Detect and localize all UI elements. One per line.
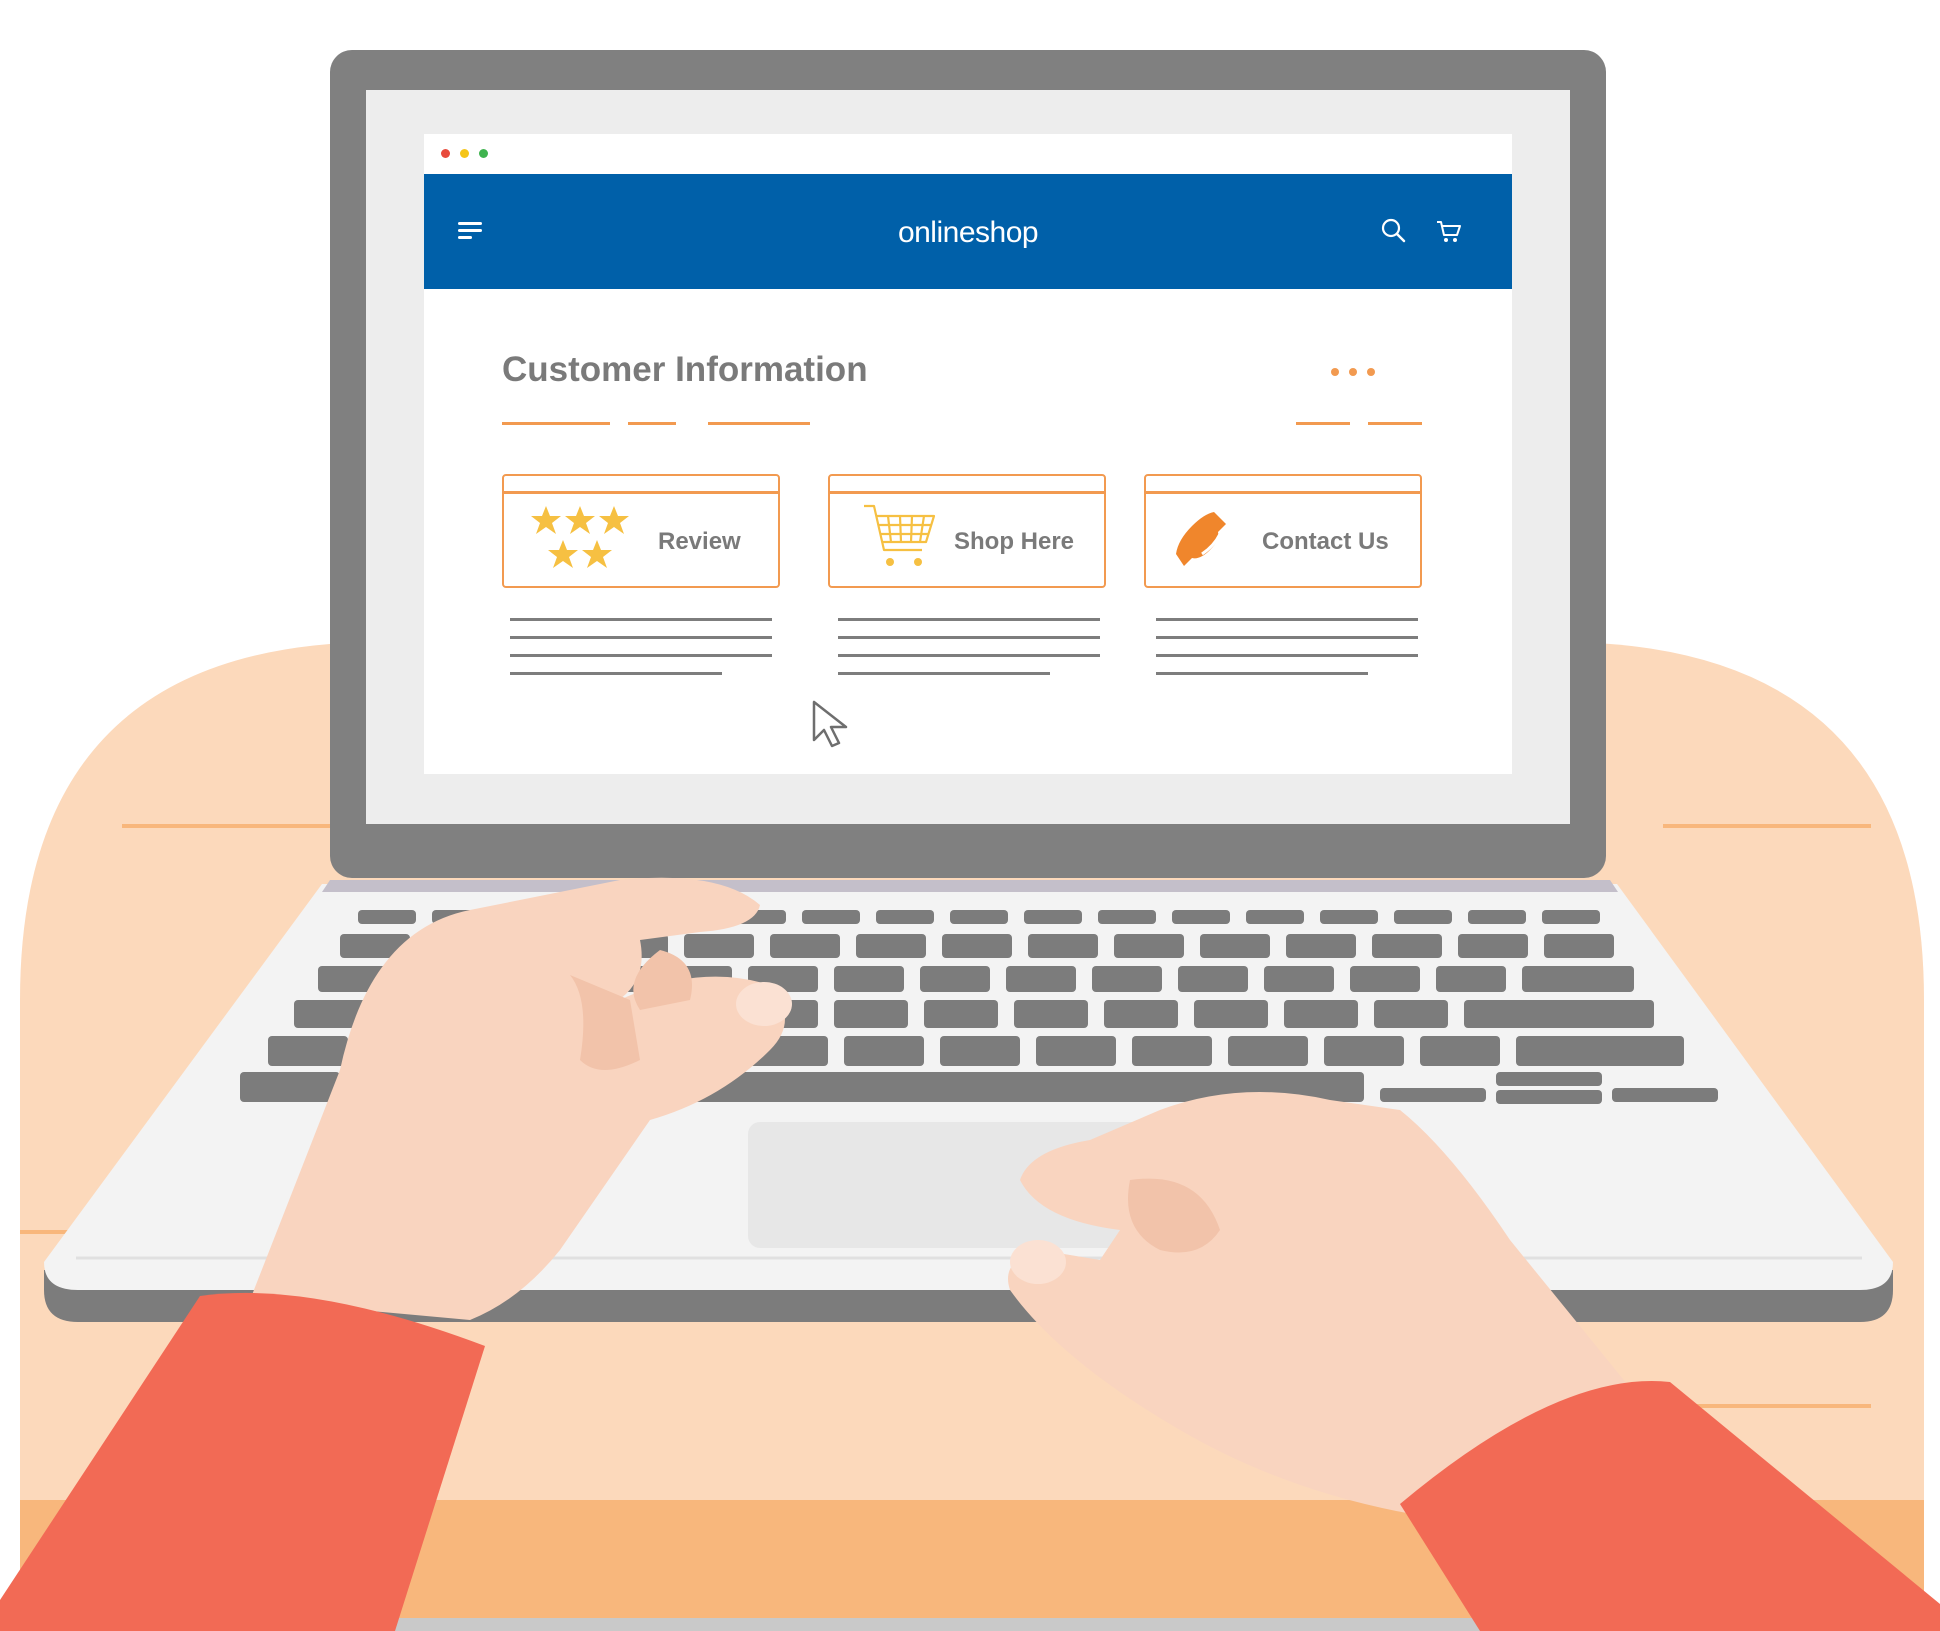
cart-icon[interactable] xyxy=(1434,216,1464,246)
card-label: Review xyxy=(658,528,741,555)
text-placeholder-line xyxy=(510,672,722,675)
close-dot[interactable] xyxy=(441,149,450,158)
maximize-dot[interactable] xyxy=(479,149,488,158)
mouse-cursor-icon xyxy=(812,700,848,748)
text-placeholder-line xyxy=(510,654,772,657)
search-icon[interactable] xyxy=(1379,216,1409,246)
browser-window: onlineshop Customer Information Review S… xyxy=(424,134,1512,774)
text-placeholder-line xyxy=(510,618,772,621)
review-card[interactable]: Review xyxy=(502,474,780,588)
text-placeholder-line xyxy=(510,636,772,639)
phone-icon xyxy=(1176,512,1226,566)
card-header-strip xyxy=(504,491,778,494)
text-placeholder-line xyxy=(838,636,1100,639)
text-placeholder-line xyxy=(1156,618,1418,621)
card-header-strip xyxy=(830,491,1104,494)
card-label: Shop Here xyxy=(954,528,1075,555)
page-title: Customer Information xyxy=(502,350,868,389)
shopping-cart-icon xyxy=(864,504,936,566)
desk-shadow xyxy=(380,1618,1480,1631)
text-placeholder-line xyxy=(838,654,1100,657)
more-dots-icon[interactable] xyxy=(1328,366,1378,378)
text-placeholder-line xyxy=(1156,636,1418,639)
tab-underline[interactable] xyxy=(1296,422,1350,425)
text-placeholder-line xyxy=(838,618,1100,621)
text-placeholder-line xyxy=(1156,654,1418,657)
text-placeholder-line xyxy=(1156,672,1368,675)
contact-us-card[interactable]: Contact Us xyxy=(1144,474,1422,588)
top-navbar: onlineshop xyxy=(424,174,1512,289)
tab-underline[interactable] xyxy=(628,422,676,425)
tab-underline[interactable] xyxy=(1368,422,1422,425)
shop-here-card[interactable]: Shop Here xyxy=(828,474,1106,588)
brand-logo[interactable]: onlineshop xyxy=(424,216,1512,250)
card-label: Contact Us xyxy=(1262,528,1389,555)
minimize-dot[interactable] xyxy=(460,149,469,158)
card-header-strip xyxy=(1146,491,1420,494)
text-placeholder-line xyxy=(838,672,1050,675)
tab-underline[interactable] xyxy=(502,422,610,425)
tab-underline[interactable] xyxy=(708,422,810,425)
five-stars-icon xyxy=(531,506,629,568)
window-titlebar xyxy=(424,134,1512,174)
